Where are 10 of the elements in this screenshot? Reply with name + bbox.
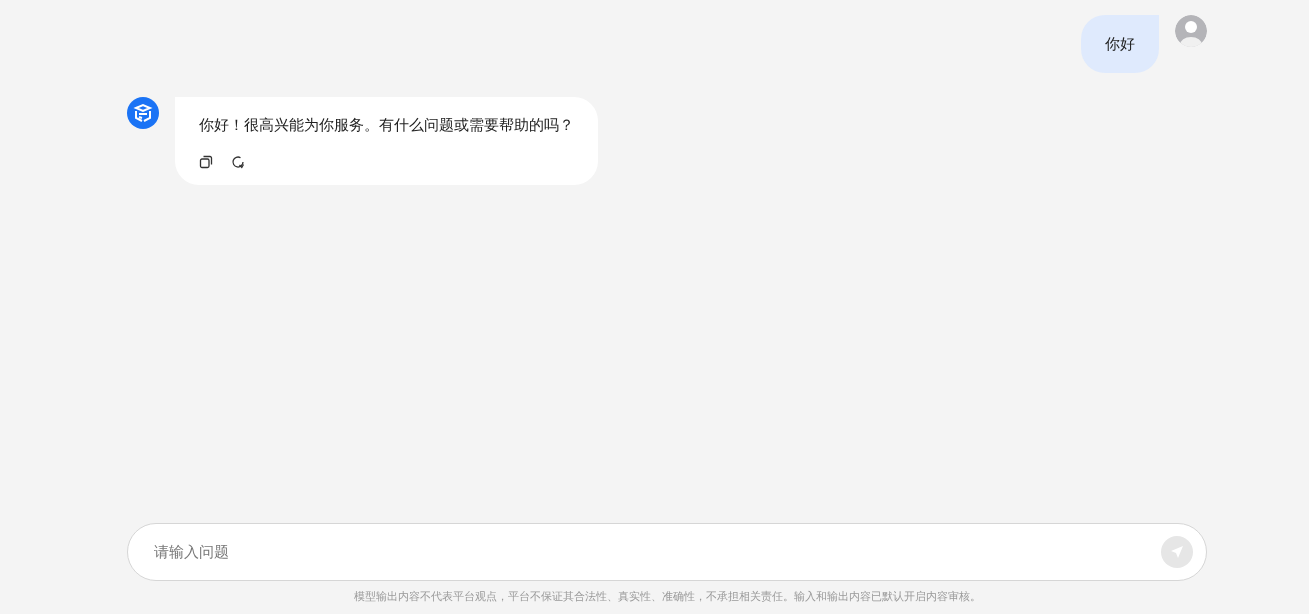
refresh-button[interactable] bbox=[231, 155, 245, 169]
user-message: 你好 bbox=[1081, 15, 1159, 73]
user-avatar-icon bbox=[1175, 15, 1207, 47]
send-icon bbox=[1169, 544, 1185, 560]
disclaimer-text: 模型输出内容不代表平台观点，平台不保证其合法性、真实性、准确性，不承担相关责任。输入和输出内容已默认开启内容审核。 bbox=[352, 589, 982, 604]
question-input-field[interactable]: 请输入问题 bbox=[152, 542, 1161, 562]
assistant-logo-icon bbox=[127, 97, 159, 129]
input-bar[interactable]: 请输入问题 bbox=[127, 523, 1207, 581]
assistant-message: 你好！很高兴能为你服务。有什么问题或需要帮助的吗？ bbox=[199, 116, 574, 135]
copy-button[interactable] bbox=[199, 155, 213, 169]
